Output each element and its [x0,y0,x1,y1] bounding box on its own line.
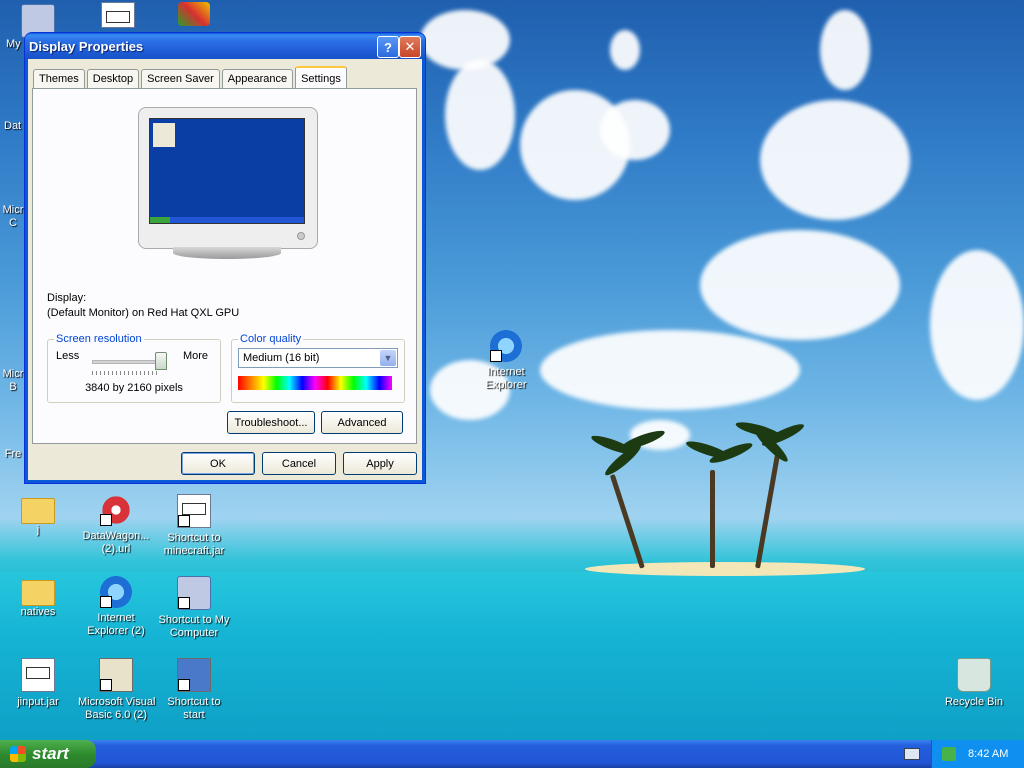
shortcut-arrow-icon [178,515,190,527]
cloud [600,100,670,160]
slider-ticks [92,371,160,375]
palm-trunk [609,474,645,569]
windows-logo-icon [10,746,26,762]
chevron-down-icon[interactable]: ▼ [380,350,396,366]
jar-file-icon [21,658,55,692]
close-button[interactable]: ✕ [399,36,421,58]
help-button[interactable]: ? [377,36,399,58]
troubleshoot-button[interactable]: Troubleshoot... [227,411,315,434]
less-label: Less [56,350,80,362]
network-icon[interactable] [942,747,956,761]
jar-file-icon [101,2,135,28]
resolution-slider-thumb[interactable] [155,352,167,370]
desktop-icon-ie2[interactable]: Internet Explorer (2) [78,576,154,638]
monitor-stand [173,247,281,259]
more-label: More [182,350,208,362]
cloud [760,100,910,220]
cloud [610,30,640,70]
start-button[interactable]: start [0,740,96,768]
desktop-icon-minecraft[interactable]: Shortcut to minecraft.jar [156,494,232,558]
color-quality-title: Color quality [238,333,304,345]
mini-window [153,123,175,147]
desktop-icon-vb6[interactable]: Microsoft Visual Basic 6.0 (2) [78,658,155,722]
title-bar[interactable]: Display Properties ? ✕ [25,33,425,59]
desktop-icon-recycle-bin[interactable]: Recycle Bin [936,658,1012,709]
window-title: Display Properties [29,38,144,54]
desktop-icon-jinput[interactable]: jinput.jar [0,658,76,709]
shortcut-arrow-icon [100,596,112,608]
recycle-bin-icon [957,658,991,692]
color-quality-group: Color quality Medium (16 bit) ▼ [231,333,405,403]
jar-file-icon [177,494,211,528]
my-computer-icon [177,576,211,610]
tab-bar: Themes Desktop Screen Saver Appearance S… [33,66,349,89]
cloud [700,230,900,340]
tab-screen-saver[interactable]: Screen Saver [141,69,220,88]
app-icon [177,658,211,692]
vb-icon [99,658,133,692]
color-quality-preview [238,376,392,390]
screen-resolution-group: Screen resolution Less More 3840 by 2160… [47,333,221,403]
cloud [420,10,510,70]
desktop-icon-app-top[interactable] [156,2,232,30]
display-value: (Default Monitor) on Red Hat QXL GPU [47,307,240,319]
desktop-icon-fre[interactable]: Fre [0,448,26,461]
tab-appearance[interactable]: Appearance [221,69,294,88]
shortcut-arrow-icon [490,350,502,362]
cloud [540,330,800,410]
advanced-button[interactable]: Advanced [321,411,403,434]
tab-themes[interactable]: Themes [33,69,85,88]
shortcut-arrow-icon [100,679,112,691]
folder-icon [21,580,55,606]
mini-start-button [150,217,170,223]
desktop-icon-start-shortcut[interactable]: Shortcut to start [156,658,232,722]
system-tray: 8:42 AM [931,740,1024,768]
desktop-icon-my-computer-shortcut[interactable]: Shortcut to My Computer [156,576,232,640]
screen-resolution-title: Screen resolution [54,333,144,345]
start-label: start [32,744,69,763]
settings-panel: Display: (Default Monitor) on Red Hat QX… [32,88,417,444]
resolution-slider-track[interactable] [92,360,162,364]
taskbar: start 8:42 AM [0,740,1024,768]
display-properties-window: Display Properties ? ✕ Themes Desktop Sc… [24,32,426,484]
island [585,562,865,576]
desktop-icon-j[interactable]: j [0,494,76,537]
power-led [297,232,305,240]
desktop-icon-datawagon[interactable]: DataWagon... (2).url [78,494,154,556]
shortcut-arrow-icon [178,597,190,609]
desktop-icon-ie[interactable]: Internet Explorer [468,330,544,392]
shortcut-arrow-icon [178,679,190,691]
cancel-button[interactable]: Cancel [262,452,336,475]
color-quality-select[interactable]: Medium (16 bit) ▼ [238,348,398,368]
ok-button[interactable]: OK [181,452,255,475]
cloud [820,10,870,90]
desktop-icon-micr-b[interactable]: Micr B [0,368,26,394]
clock[interactable]: 8:42 AM [968,748,1008,760]
ie-icon [100,576,132,608]
tab-desktop[interactable]: Desktop [86,69,140,88]
mini-taskbar [150,217,304,223]
color-quality-value: Medium (16 bit) [243,352,320,364]
monitor-screen [149,118,305,224]
ie-icon [490,330,522,362]
app-icon [178,2,210,26]
keyboard-icon[interactable] [904,748,920,760]
palm-trunk [710,470,715,568]
cloud [445,60,515,170]
apply-button[interactable]: Apply [343,452,417,475]
folder-icon [21,498,55,524]
desktop-icon-jar-top[interactable] [80,2,156,32]
palm-trunk [755,451,781,569]
cloud [930,250,1024,400]
monitor-preview [138,107,318,249]
shortcut-arrow-icon [100,514,112,526]
tab-settings[interactable]: Settings [295,66,347,89]
datawagon-icon [100,494,132,526]
desktop-icon-natives[interactable]: natives [0,576,76,619]
display-label: Display: [47,292,87,304]
resolution-value: 3840 by 2160 pixels [85,382,183,394]
desktop-icon-micr-c[interactable]: Micr C [0,204,26,230]
